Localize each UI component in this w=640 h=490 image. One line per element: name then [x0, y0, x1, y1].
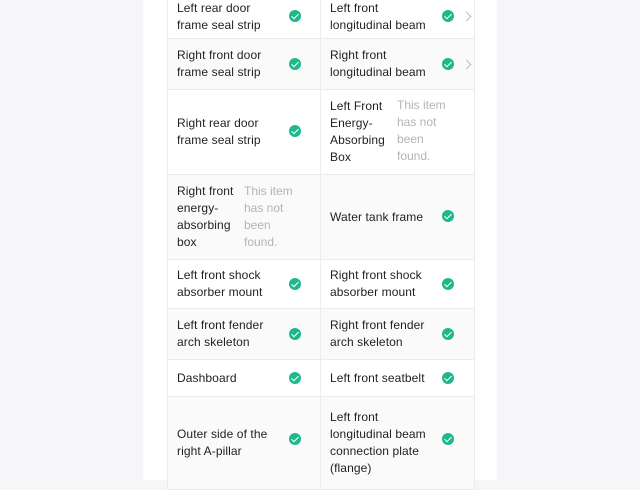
- table-row: Outer side of the right A-pillar Left fr…: [168, 397, 474, 490]
- check-circle-icon: [442, 10, 454, 22]
- inspection-item[interactable]: Right front energy-absorbing box This it…: [168, 175, 321, 259]
- inspection-item[interactable]: Right front door frame seal strip: [168, 39, 321, 89]
- check-circle-icon: [442, 328, 454, 340]
- item-label: Right front longitudinal beam: [330, 48, 426, 79]
- table-row: Dashboard Left front seatbelt: [168, 360, 474, 397]
- item-label: Left front shock absorber mount: [177, 268, 263, 299]
- inspection-item[interactable]: Left rear door frame seal strip: [168, 0, 321, 38]
- item-label: Right front fender arch skeleton: [330, 318, 425, 349]
- item-label: Left front longitudinal beam connection …: [330, 410, 426, 475]
- item-label: Dashboard: [177, 370, 237, 385]
- inspection-item[interactable]: Right front longitudinal beam: [321, 39, 474, 89]
- table-row: Right front door frame seal strip Right …: [168, 39, 474, 90]
- table-row: Left front shock absorber mount Right fr…: [168, 260, 474, 309]
- item-label: Left Front Energy-Absorbing Box: [330, 99, 385, 164]
- item-label: Outer side of the right A-pillar: [177, 427, 268, 458]
- item-label: Left front fender arch skeleton: [177, 318, 264, 349]
- table-row: Right front energy-absorbing box This it…: [168, 175, 474, 260]
- check-circle-icon: [442, 372, 454, 384]
- check-circle-icon: [289, 328, 301, 340]
- not-found-note: This item has not been found.: [244, 184, 293, 249]
- item-label: Right front shock absorber mount: [330, 268, 422, 299]
- item-label: Left front seatbelt: [330, 370, 425, 385]
- inspection-item[interactable]: Left front shock absorber mount: [168, 260, 321, 308]
- chevron-right-icon[interactable]: [461, 11, 472, 22]
- chevron-right-icon[interactable]: [461, 59, 472, 70]
- check-circle-icon: [289, 278, 301, 290]
- inspection-item[interactable]: Left front seatbelt: [321, 360, 474, 396]
- inspection-item[interactable]: Dashboard: [168, 360, 321, 396]
- check-circle-icon: [289, 58, 301, 70]
- inspection-item[interactable]: Right front shock absorber mount: [321, 260, 474, 308]
- inspection-item[interactable]: Left Front Energy-Absorbing Box This ite…: [321, 90, 474, 174]
- table-row: Left rear door frame seal strip Left fro…: [168, 0, 474, 39]
- inspection-item[interactable]: Left front fender arch skeleton: [168, 309, 321, 359]
- inspection-item[interactable]: Left front longitudinal beam: [321, 0, 474, 38]
- inspection-item[interactable]: Right rear door frame seal strip: [168, 90, 321, 174]
- item-label: Left front longitudinal beam: [330, 1, 426, 32]
- item-label: Right front door frame seal strip: [177, 48, 262, 79]
- table-row: Right rear door frame seal strip Left Fr…: [168, 90, 474, 175]
- inspection-grid: Left rear door frame seal strip Left fro…: [167, 0, 475, 490]
- check-circle-icon: [289, 125, 301, 137]
- check-circle-icon: [442, 278, 454, 290]
- item-label: Right rear door frame seal strip: [177, 116, 261, 147]
- inspection-item[interactable]: Water tank frame: [321, 175, 474, 259]
- check-circle-icon: [442, 433, 454, 445]
- inspection-item[interactable]: Right front fender arch skeleton: [321, 309, 474, 359]
- check-circle-icon: [442, 210, 454, 222]
- check-circle-icon: [289, 433, 301, 445]
- check-circle-icon: [289, 10, 301, 22]
- table-row: Left front fender arch skeleton Right fr…: [168, 309, 474, 360]
- inspection-item[interactable]: Outer side of the right A-pillar: [168, 397, 321, 489]
- not-found-note: This item has not been found.: [397, 98, 446, 163]
- inspection-item[interactable]: Left front longitudinal beam connection …: [321, 397, 474, 489]
- check-circle-icon: [442, 58, 454, 70]
- item-label: Water tank frame: [330, 209, 424, 224]
- item-label: Right front energy-absorbing box: [177, 184, 234, 249]
- item-label: Left rear door frame seal strip: [177, 1, 261, 32]
- check-circle-icon: [289, 372, 301, 384]
